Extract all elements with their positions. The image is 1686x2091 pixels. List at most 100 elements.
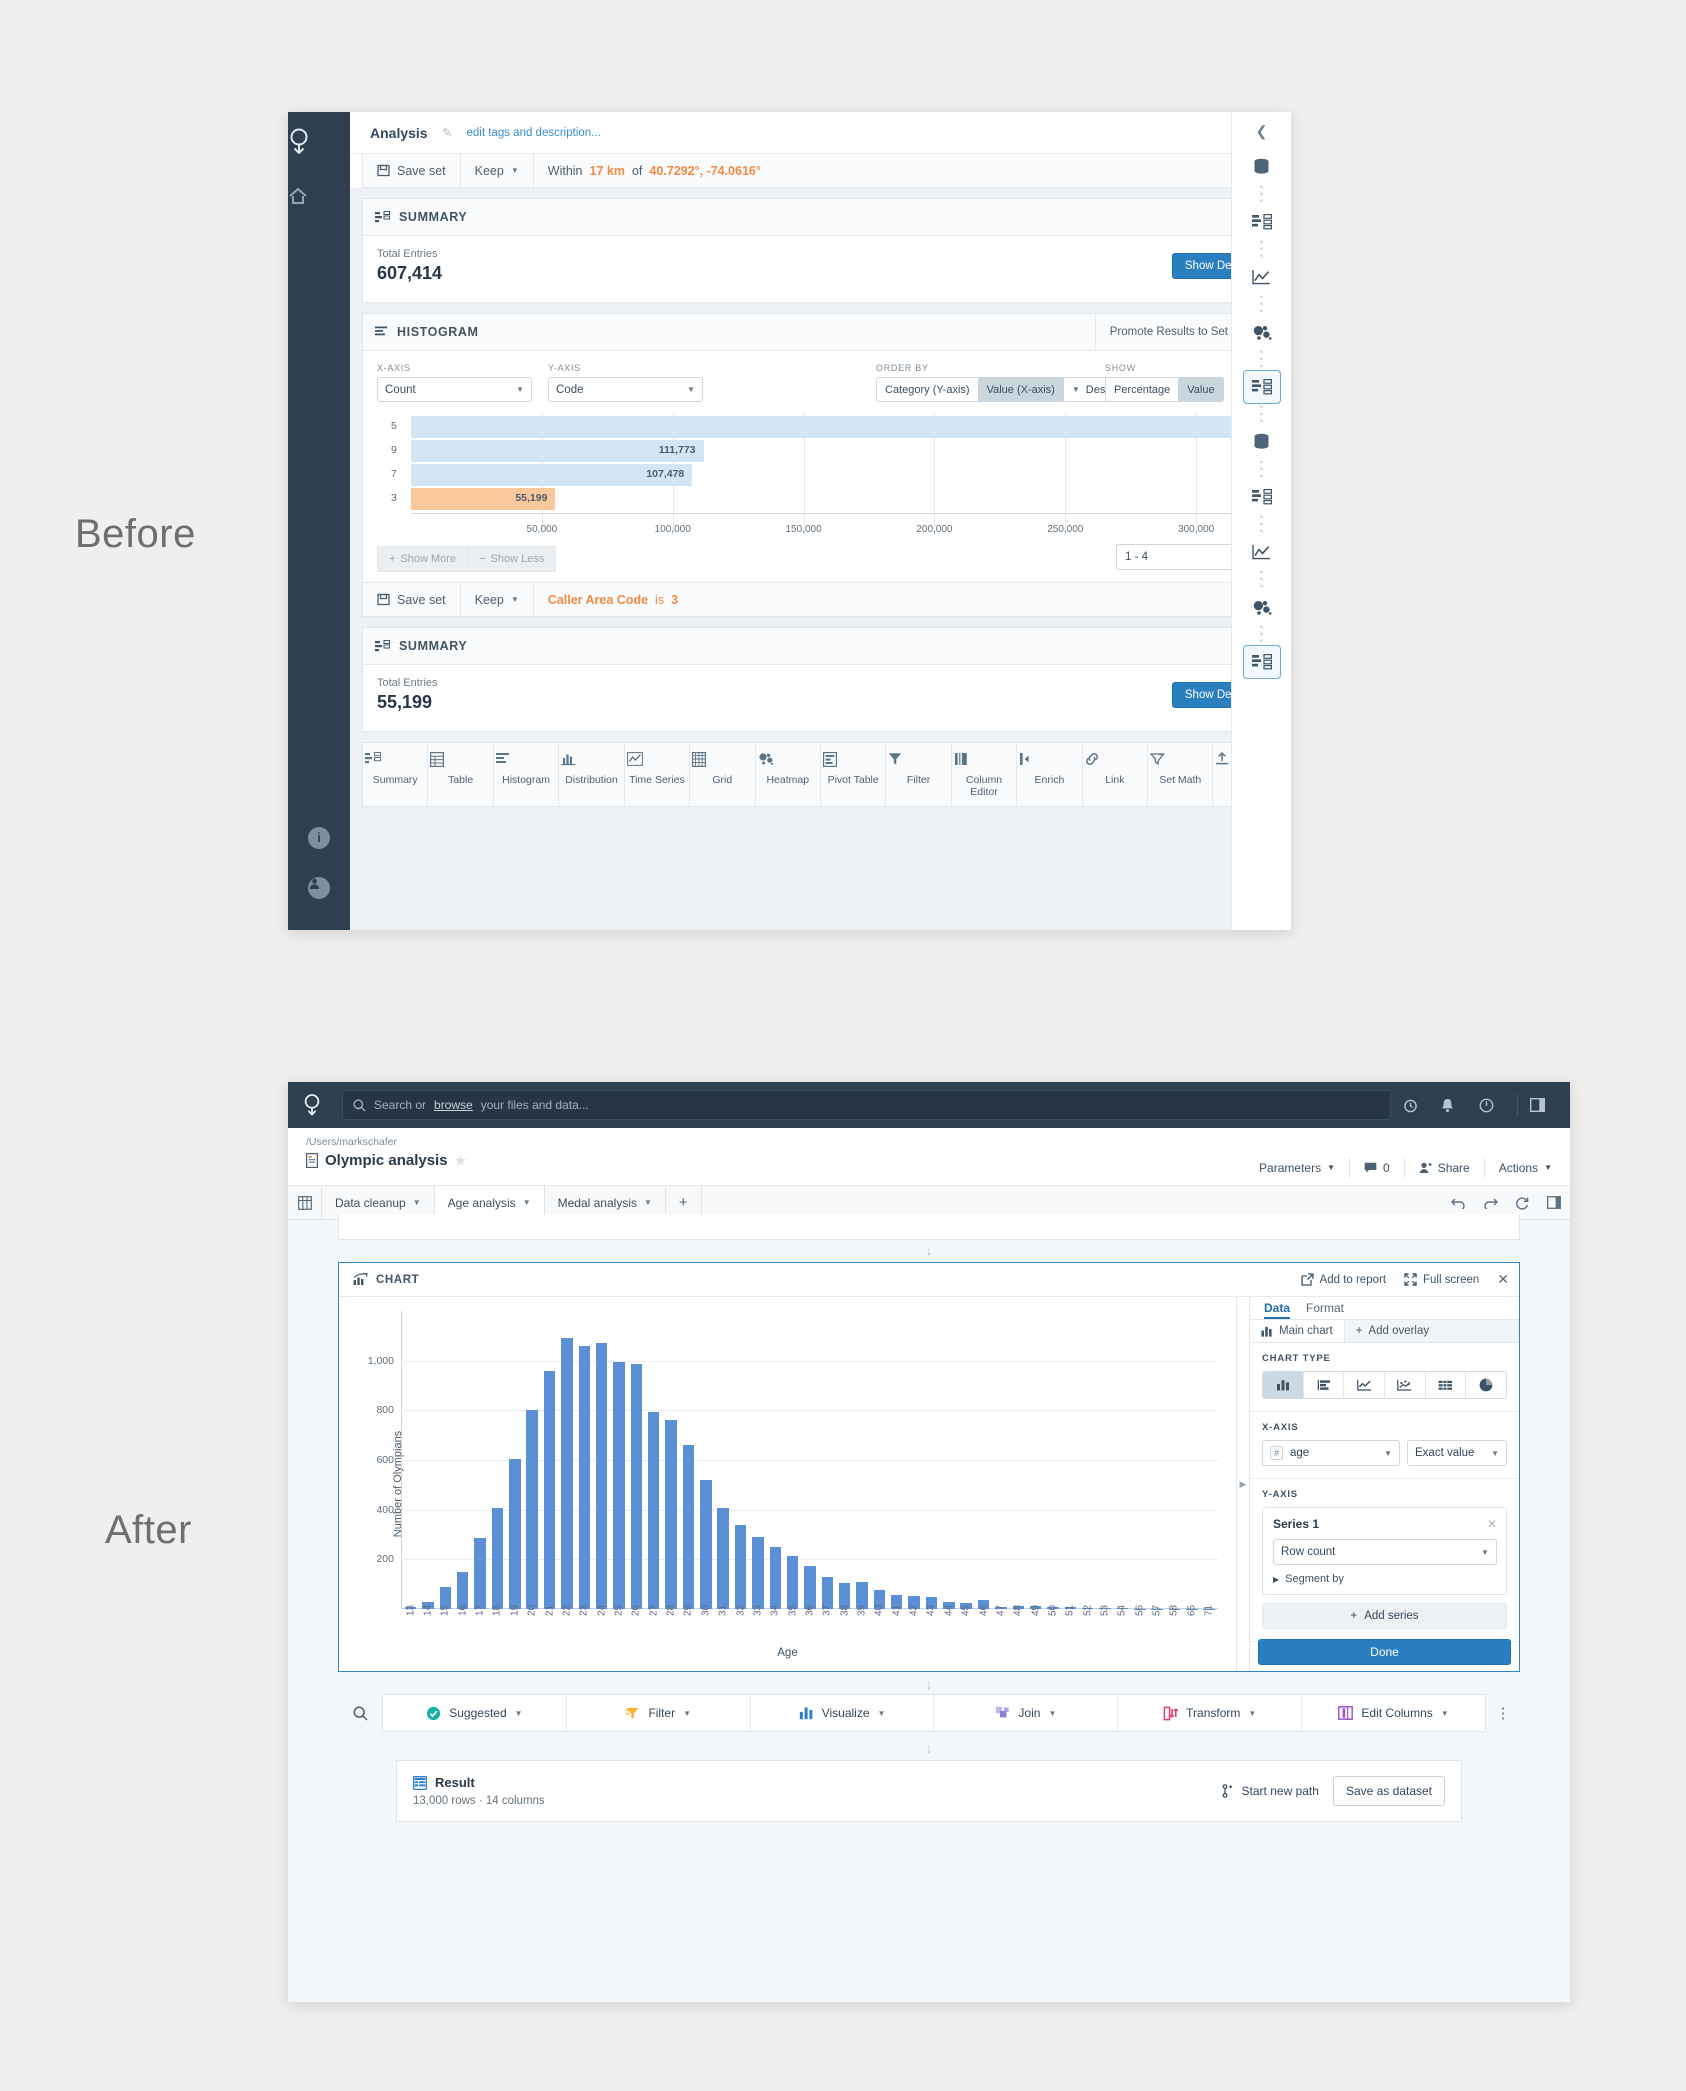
bar-column[interactable]: 34 bbox=[767, 1311, 784, 1616]
bar[interactable] bbox=[769, 1546, 781, 1609]
bar[interactable] bbox=[717, 1508, 729, 1609]
tool-table[interactable]: Table bbox=[428, 743, 494, 806]
tool-enrich[interactable]: Enrich bbox=[1017, 743, 1083, 806]
tool-grid[interactable]: Grid bbox=[690, 743, 756, 806]
tool-pivot-table[interactable]: Pivot Table bbox=[821, 743, 887, 806]
x-axis-field-select[interactable]: # age ▼ bbox=[1262, 1440, 1400, 1466]
notifications-bell-icon[interactable] bbox=[1441, 1098, 1467, 1113]
y-axis-select[interactable]: Code ▼ bbox=[548, 377, 703, 402]
bar-column[interactable]: 17 bbox=[471, 1311, 488, 1616]
more-options-icon[interactable]: ⋮ bbox=[1486, 1704, 1520, 1722]
bar-column[interactable]: 26 bbox=[628, 1311, 645, 1616]
bar-column[interactable]: 46 bbox=[975, 1311, 992, 1616]
bar[interactable] bbox=[578, 1345, 590, 1609]
keep-dropdown-bottom[interactable]: Keep ▼ bbox=[461, 583, 534, 616]
bar[interactable] bbox=[526, 1410, 538, 1609]
bar-column[interactable]: 18 bbox=[489, 1311, 506, 1616]
rail-node-database[interactable] bbox=[1243, 425, 1281, 459]
tool-histogram[interactable]: Histogram bbox=[494, 743, 560, 806]
verb-suggested[interactable]: Suggested ▼ bbox=[383, 1695, 567, 1731]
bar[interactable] bbox=[786, 1555, 799, 1609]
verb-edit-columns[interactable]: Edit Columns ▼ bbox=[1302, 1695, 1485, 1731]
bar-column[interactable]: 37 bbox=[819, 1311, 836, 1616]
bar-column[interactable]: 15 bbox=[437, 1311, 454, 1616]
verb-join[interactable]: Join ▼ bbox=[934, 1695, 1119, 1731]
bar-column[interactable]: 19 bbox=[506, 1311, 523, 1616]
tool-column-editor[interactable]: Column Editor bbox=[952, 743, 1018, 806]
close-icon[interactable]: ✕ bbox=[1497, 1271, 1509, 1288]
add-to-report-button[interactable]: Add to report bbox=[1300, 1273, 1386, 1286]
bar[interactable] bbox=[561, 1338, 573, 1609]
tab-main-chart[interactable]: Main chart bbox=[1250, 1320, 1345, 1342]
bar-column[interactable]: 36 bbox=[801, 1311, 818, 1616]
line-chart-icon[interactable] bbox=[1344, 1372, 1386, 1398]
order-by-category-option[interactable]: Category (Y-axis) bbox=[876, 377, 979, 402]
bar-column[interactable]: 52 bbox=[1079, 1311, 1096, 1616]
histogram-bar-row[interactable]: 5332,964 bbox=[391, 416, 1291, 438]
bar[interactable] bbox=[647, 1411, 660, 1609]
save-as-dataset-button[interactable]: Save as dataset bbox=[1332, 1776, 1445, 1806]
show-less-button[interactable]: − Show Less bbox=[468, 546, 557, 572]
bar-column[interactable]: 30 bbox=[697, 1311, 714, 1616]
actions-dropdown[interactable]: Actions ▼ bbox=[1485, 1158, 1552, 1178]
side-panel-toggle-icon[interactable] bbox=[1538, 1186, 1570, 1219]
bar[interactable] bbox=[613, 1361, 625, 1609]
bar-column[interactable]: 38 bbox=[836, 1311, 853, 1616]
search-input[interactable]: Search or browse your files and data... bbox=[342, 1090, 1391, 1120]
bar-column[interactable]: 31 bbox=[714, 1311, 731, 1616]
bar-column[interactable]: 48 bbox=[1010, 1311, 1027, 1616]
history-icon[interactable] bbox=[1403, 1098, 1429, 1113]
bar-column[interactable]: 40 bbox=[871, 1311, 888, 1616]
bar-chart-icon[interactable] bbox=[1263, 1372, 1304, 1398]
browse-link[interactable]: browse bbox=[434, 1098, 473, 1112]
bar-column[interactable]: 35 bbox=[784, 1311, 801, 1616]
bar-column[interactable]: 42 bbox=[905, 1311, 922, 1616]
bar-column[interactable]: 44 bbox=[940, 1311, 957, 1616]
comments-button[interactable]: 0 bbox=[1350, 1157, 1405, 1178]
bar-column[interactable]: 45 bbox=[958, 1311, 975, 1616]
bar[interactable] bbox=[682, 1445, 695, 1609]
series-aggregation-select[interactable]: Row count ▼ bbox=[1273, 1539, 1497, 1565]
tool-heatmap[interactable]: Heatmap bbox=[756, 743, 821, 806]
bar[interactable] bbox=[665, 1420, 677, 1609]
add-series-button[interactable]: + Add series bbox=[1262, 1603, 1507, 1629]
show-value-option[interactable]: Value bbox=[1179, 377, 1224, 402]
bar-column[interactable]: 49 bbox=[1027, 1311, 1044, 1616]
favorite-star-icon[interactable]: ★ bbox=[455, 1153, 467, 1169]
parameters-dropdown[interactable]: Parameters ▼ bbox=[1245, 1157, 1350, 1178]
tool-time-series[interactable]: Time Series bbox=[625, 743, 691, 806]
collapse-rail-icon[interactable]: ❮ bbox=[1256, 112, 1268, 150]
bar[interactable] bbox=[595, 1343, 608, 1609]
rail-node-summary[interactable] bbox=[1242, 645, 1281, 679]
verb-transform[interactable]: Transform ▼ bbox=[1118, 1695, 1303, 1731]
promote-results-button[interactable]: Promote Results to Set bbox=[1094, 314, 1242, 350]
order-by-value-option[interactable]: Value (X-axis) bbox=[978, 377, 1064, 402]
bar-column[interactable]: 16 bbox=[454, 1311, 471, 1616]
bar[interactable] bbox=[752, 1536, 764, 1609]
bar[interactable] bbox=[804, 1565, 816, 1609]
bar-column[interactable]: 14 bbox=[419, 1311, 436, 1616]
histogram-bar-row[interactable]: 9 111,773 bbox=[391, 440, 1291, 462]
bar-column[interactable]: 25 bbox=[610, 1311, 627, 1616]
bar[interactable] bbox=[457, 1571, 469, 1609]
bar[interactable] bbox=[630, 1364, 643, 1609]
panel-resize-handle[interactable]: ▶ bbox=[1236, 1297, 1249, 1671]
bar[interactable] bbox=[474, 1538, 486, 1609]
bar-column[interactable]: 21 bbox=[541, 1311, 558, 1616]
bar-column[interactable]: 28 bbox=[662, 1311, 679, 1616]
tab-add-overlay[interactable]: + Add overlay bbox=[1345, 1320, 1440, 1342]
histogram-bar[interactable] bbox=[411, 416, 1283, 438]
verb-visualize[interactable]: Visualize ▼ bbox=[751, 1695, 935, 1731]
bar-column[interactable]: 33 bbox=[749, 1311, 766, 1616]
rail-node-chart[interactable] bbox=[1243, 260, 1281, 294]
save-set-button-top[interactable]: Save set bbox=[363, 154, 461, 187]
tool-set-math[interactable]: Set Math bbox=[1148, 743, 1214, 806]
app-logo-icon[interactable] bbox=[302, 1093, 330, 1117]
rail-node-database[interactable] bbox=[1243, 150, 1281, 184]
bar-column[interactable]: 56 bbox=[1131, 1311, 1148, 1616]
bar[interactable] bbox=[509, 1458, 521, 1609]
bar[interactable] bbox=[734, 1524, 747, 1609]
start-new-path-button[interactable]: Start new path bbox=[1222, 1784, 1319, 1798]
bar[interactable] bbox=[700, 1479, 712, 1609]
bar-column[interactable]: 57 bbox=[1148, 1311, 1165, 1616]
